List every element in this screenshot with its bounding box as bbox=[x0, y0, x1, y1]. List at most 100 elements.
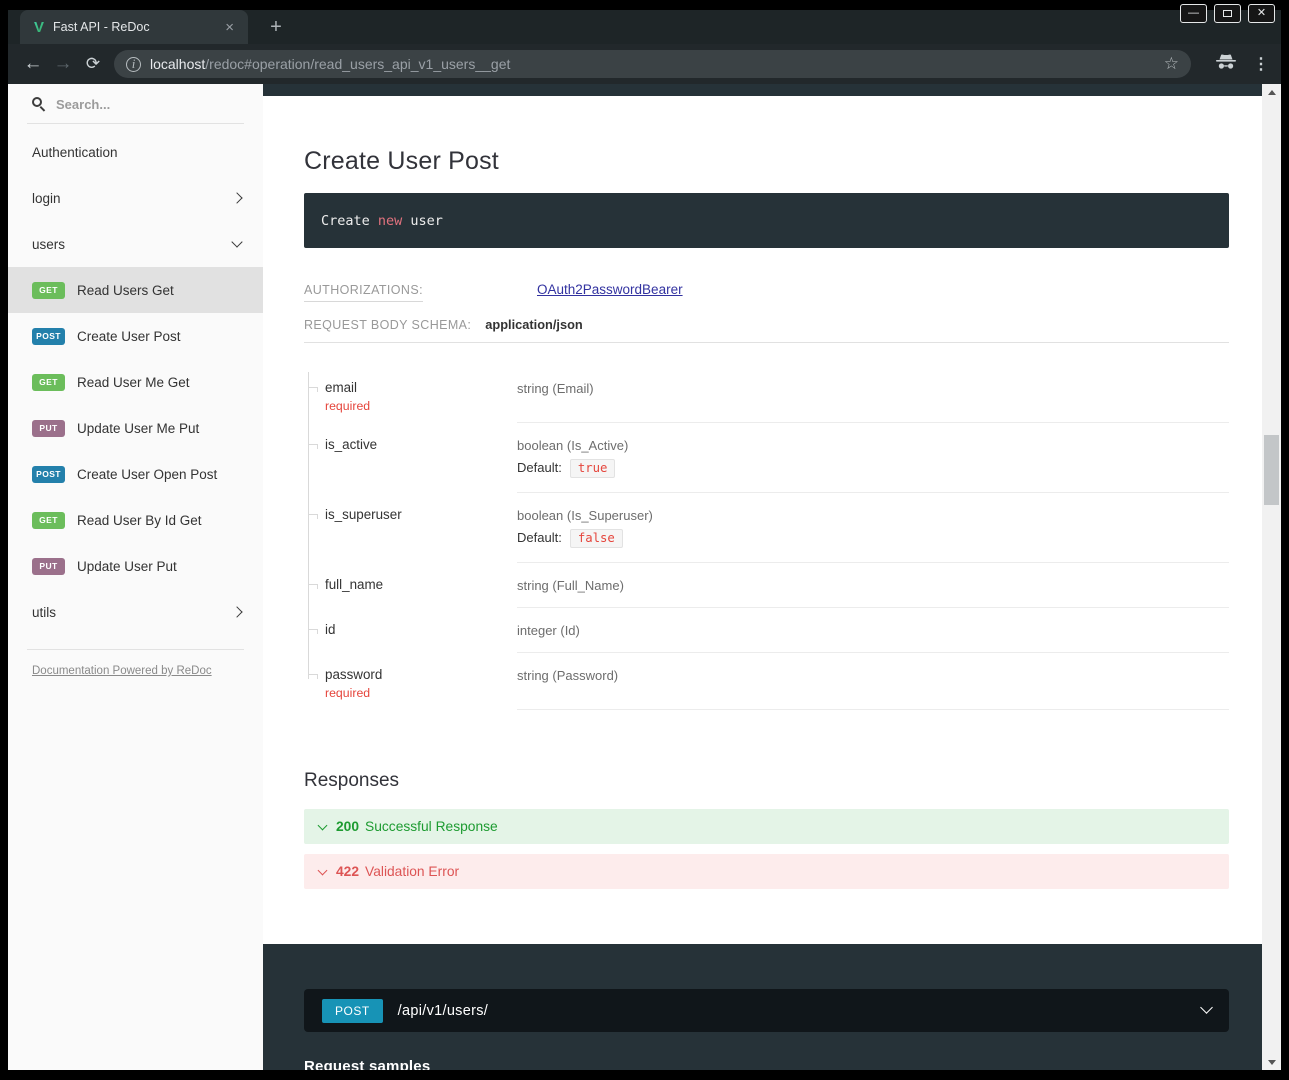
field-name: id bbox=[325, 622, 507, 637]
endpoint-path: /api/v1/users/ bbox=[398, 1003, 488, 1019]
close-icon: ✕ bbox=[1257, 8, 1266, 19]
field-name-cell: passwordrequired bbox=[325, 653, 517, 710]
field-default: Default:false bbox=[517, 529, 1229, 548]
page: Authentication login users GET Read Users Ge… bbox=[8, 84, 1281, 1070]
site-info-icon[interactable]: i bbox=[126, 57, 141, 72]
browser-tab[interactable]: V Fast API - ReDoc × bbox=[20, 10, 248, 44]
response-200-panel[interactable]: 200 Successful Response bbox=[304, 809, 1229, 844]
sidebar-item-read-user-me-get[interactable]: GETRead User Me Get bbox=[8, 359, 263, 405]
tree-connector-icon bbox=[304, 493, 325, 563]
sidebar: Authentication login users GET Read Users Ge… bbox=[8, 84, 263, 1070]
scrollbar-thumb[interactable] bbox=[1264, 435, 1279, 505]
sidebar-item-users[interactable]: users bbox=[8, 221, 263, 267]
tab-strip: V Fast API - ReDoc × + bbox=[8, 10, 1281, 44]
new-tab-button[interactable]: + bbox=[262, 14, 290, 42]
content: Create User Post Create new user AUTHORI… bbox=[263, 84, 1262, 1070]
sidebar-item-authentication[interactable]: Authentication bbox=[8, 129, 263, 175]
sidebar-item-label: Read User By Id Get bbox=[77, 513, 241, 528]
field-type: integer (Id) bbox=[517, 623, 1229, 638]
sidebar-item-label: Read Users Get bbox=[77, 283, 241, 298]
menu-icon[interactable]: ⋮ bbox=[1253, 54, 1269, 74]
schema-field-row: is_active boolean (Is_Active) Default: true bbox=[304, 423, 1229, 493]
search-input[interactable] bbox=[56, 97, 226, 112]
sidebar-footer: Documentation Powered by ReDoc bbox=[27, 649, 244, 689]
get-method-badge: GET bbox=[32, 512, 65, 529]
schema-field-row: is_superuser boolean (Is_Superuser)Defaul… bbox=[304, 493, 1229, 563]
reload-icon[interactable]: ⟳ bbox=[78, 54, 108, 74]
description-text: Create bbox=[321, 213, 378, 229]
sidebar-item-label: Authentication bbox=[32, 145, 241, 160]
field-name: is_active bbox=[325, 437, 507, 452]
favicon-icon: V bbox=[34, 19, 44, 36]
tree-connector-icon bbox=[304, 423, 325, 493]
response-text: Successful Response bbox=[365, 819, 498, 834]
tab-title: Fast API - ReDoc bbox=[53, 20, 221, 34]
chevron-right-icon bbox=[231, 192, 242, 203]
scroll-down-icon[interactable] bbox=[1262, 1054, 1281, 1070]
response-code: 200 bbox=[336, 819, 359, 834]
field-name-cell: full_name bbox=[325, 563, 517, 608]
url-text: localhost/redoc#operation/read_users_api… bbox=[150, 56, 1156, 72]
request-samples-panel: POST /api/v1/users/ Request samples Payl… bbox=[263, 944, 1262, 1070]
url-bar[interactable]: i localhost/redoc#operation/read_users_a… bbox=[114, 50, 1191, 78]
url-path: /redoc#operation/read_users_api_v1_users… bbox=[205, 56, 510, 72]
browser-chrome: V Fast API - ReDoc × + ← → ⟳ i localhost… bbox=[8, 10, 1281, 84]
tree-connector-icon bbox=[304, 653, 325, 710]
field-type: string (Password) bbox=[517, 668, 1229, 683]
endpoint-bar[interactable]: POST /api/v1/users/ bbox=[304, 989, 1229, 1032]
schema-tree: emailrequiredstring (Email)is_activebool… bbox=[304, 366, 1229, 710]
chevron-down-icon bbox=[318, 865, 328, 875]
sidebar-item-label: Create User Open Post bbox=[77, 467, 241, 482]
description-highlight: new bbox=[378, 213, 402, 229]
vertical-scrollbar[interactable] bbox=[1262, 84, 1281, 1070]
sidebar-item-read-users-get[interactable]: GET Read Users Get bbox=[8, 267, 263, 313]
sidebar-item-update-user-me-put[interactable]: PUTUpdate User Me Put bbox=[8, 405, 263, 451]
sidebar-item-login[interactable]: login bbox=[8, 175, 263, 221]
response-422-panel[interactable]: 422Validation Error bbox=[304, 854, 1229, 889]
chevron-down-icon bbox=[318, 820, 328, 830]
field-type-cell: string (Password) bbox=[517, 653, 1229, 710]
field-type-cell: string (Email) bbox=[517, 366, 1229, 423]
sidebar-item-update-user-put[interactable]: PUTUpdate User Put bbox=[8, 543, 263, 589]
close-button[interactable]: ✕ bbox=[1248, 4, 1275, 23]
put-method-badge: PUT bbox=[32, 420, 65, 437]
request-body-schema-row: REQUEST BODY SCHEMA: application/json bbox=[304, 317, 1229, 343]
forward-icon[interactable]: → bbox=[48, 53, 78, 75]
field-type: boolean (Is_Active) bbox=[517, 438, 1229, 453]
request-body-mime-type: application/json bbox=[485, 317, 582, 332]
schema-field-row: passwordrequiredstring (Password) bbox=[304, 653, 1229, 710]
sidebar-item-label: Create User Post bbox=[77, 329, 241, 344]
url-host: localhost bbox=[150, 56, 205, 72]
scroll-up-icon[interactable] bbox=[1262, 84, 1281, 100]
sidebar-item-create-user-open-post[interactable]: POSTCreate User Open Post bbox=[8, 451, 263, 497]
field-name: password bbox=[325, 667, 507, 682]
maximize-button[interactable] bbox=[1214, 4, 1241, 23]
incognito-icon bbox=[1215, 54, 1237, 75]
sidebar-item-read-user-by-id-get[interactable]: GET Read User By Id Get bbox=[8, 497, 263, 543]
bookmark-star-icon[interactable]: ☆ bbox=[1164, 54, 1179, 74]
redoc-attribution-link[interactable]: Documentation Powered by ReDoc bbox=[32, 665, 212, 677]
default-value: false bbox=[570, 529, 623, 548]
back-icon[interactable]: ← bbox=[18, 53, 48, 75]
tab-close-icon[interactable]: × bbox=[221, 19, 238, 36]
schema-field-row: id integer (Id) bbox=[304, 608, 1229, 653]
tree-connector-icon bbox=[304, 366, 325, 423]
field-type-cell: boolean (Is_Active) Default: true bbox=[517, 423, 1229, 493]
operation-description-code: Create new user bbox=[304, 193, 1229, 248]
get-method-badge: GET bbox=[32, 282, 65, 299]
authorizations-row: AUTHORIZATIONS: OAuth2PasswordBearer bbox=[304, 282, 1229, 297]
default-label: Default: bbox=[517, 460, 562, 475]
field-type-cell: boolean (Is_Superuser)Default:false bbox=[517, 493, 1229, 563]
default-value: true bbox=[570, 459, 616, 478]
sidebar-item-create-user-post[interactable]: POSTCreate User Post bbox=[8, 313, 263, 359]
chevron-down-icon[interactable] bbox=[1200, 1001, 1213, 1014]
minimize-button[interactable]: — bbox=[1180, 4, 1207, 23]
search-row bbox=[27, 84, 244, 124]
operation-section: Create User Post Create new user AUTHORI… bbox=[263, 96, 1262, 899]
sidebar-item-utils[interactable]: utils bbox=[8, 589, 263, 635]
browser-window: — ✕ V Fast API - ReDoc × + ← → ⟳ i local… bbox=[0, 0, 1289, 1080]
sidebar-item-label: users bbox=[32, 237, 233, 252]
oauth2-security-link[interactable]: OAuth2PasswordBearer bbox=[537, 282, 683, 297]
field-name: is_superuser bbox=[325, 507, 507, 522]
get-method-badge: GET bbox=[32, 374, 65, 391]
